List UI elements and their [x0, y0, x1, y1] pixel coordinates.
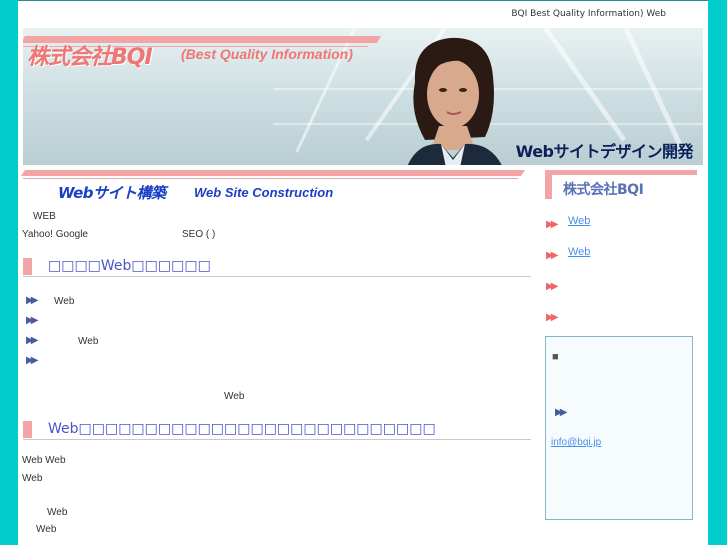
site-tagline: BQI Best Quality Information) Web	[511, 9, 666, 19]
heading-marker	[23, 421, 32, 438]
page: BQI Best Quality Information) Web 株式会社BQ…	[18, 0, 708, 545]
company-logo[interactable]: 株式会社BQI	[27, 39, 153, 71]
double-arrow-icon: ▶▶	[26, 355, 39, 366]
heading-web-section2: Web□□□□□□□□□□□□□□□□□□□□□□□□□□□	[23, 421, 531, 440]
sidebar-nav-item[interactable]: ▶▶	[546, 307, 559, 323]
contact-email-link[interactable]: info@bqi.jp	[551, 437, 601, 448]
double-arrow-icon: ▶▶	[546, 219, 559, 230]
intro-text-line2a: Yahoo! Google	[22, 229, 88, 240]
section-header: Webサイト構築 Web Site Construction	[20, 170, 526, 204]
sidebar-title: 株式会社BQI	[563, 182, 644, 198]
bullet-text: Web	[78, 336, 99, 347]
paragraph-line: Web Web	[22, 455, 66, 466]
header-banner: 株式会社BQI (Best Quality Information) Webサイ…	[23, 28, 703, 165]
heading-text: Web□□□□□□□□□□□□□□□□□□□□□□□□□□□	[48, 421, 436, 437]
paragraph-line: Web	[47, 507, 68, 518]
double-arrow-icon: ▶▶	[26, 335, 39, 346]
double-arrow-icon: ▶▶	[546, 312, 559, 323]
company-logo-subtitle: (Best Quality Information)	[181, 46, 353, 62]
center-note: Web	[224, 391, 245, 402]
double-arrow-icon: ▶▶	[555, 407, 568, 418]
double-arrow-icon: ▶▶	[26, 295, 39, 306]
heading-text: □□□□Web□□□□□□	[48, 258, 211, 274]
intro-text-line1: WEB	[33, 211, 56, 222]
sidebar-header: 株式会社BQI	[545, 170, 697, 200]
section-title-en: Web Site Construction	[194, 185, 334, 200]
sidebar-nav-item[interactable]: ▶▶ Web	[546, 214, 590, 230]
intro-text-line2b: SEO ( )	[182, 229, 216, 240]
double-arrow-icon: ▶▶	[546, 281, 559, 292]
heading-web-services: □□□□Web□□□□□□	[23, 258, 531, 277]
heading-marker	[23, 258, 32, 275]
sidebar-nav-link[interactable]: Web	[568, 215, 590, 227]
banner-caption: Webサイトデザイン開発	[515, 142, 694, 161]
sidebar-nav-item[interactable]: ▶▶ Web	[546, 245, 590, 261]
paragraph-line: Web	[36, 524, 57, 535]
sidebar-nav-link[interactable]: Web	[568, 246, 590, 258]
paragraph-line: Web	[22, 473, 43, 484]
double-arrow-icon: ▶▶	[546, 250, 559, 261]
section-title-jp: Webサイト構築	[58, 184, 166, 202]
bullet-text: Web	[54, 296, 75, 307]
woman-photo	[407, 37, 502, 165]
top-border	[18, 0, 708, 1]
contact-box: ■ ▶▶ info@bqi.jp	[545, 336, 693, 520]
sidebar-nav-item[interactable]: ▶▶	[546, 276, 559, 292]
double-arrow-icon: ▶▶	[26, 315, 39, 326]
square-bullet-icon: ■	[552, 351, 559, 363]
